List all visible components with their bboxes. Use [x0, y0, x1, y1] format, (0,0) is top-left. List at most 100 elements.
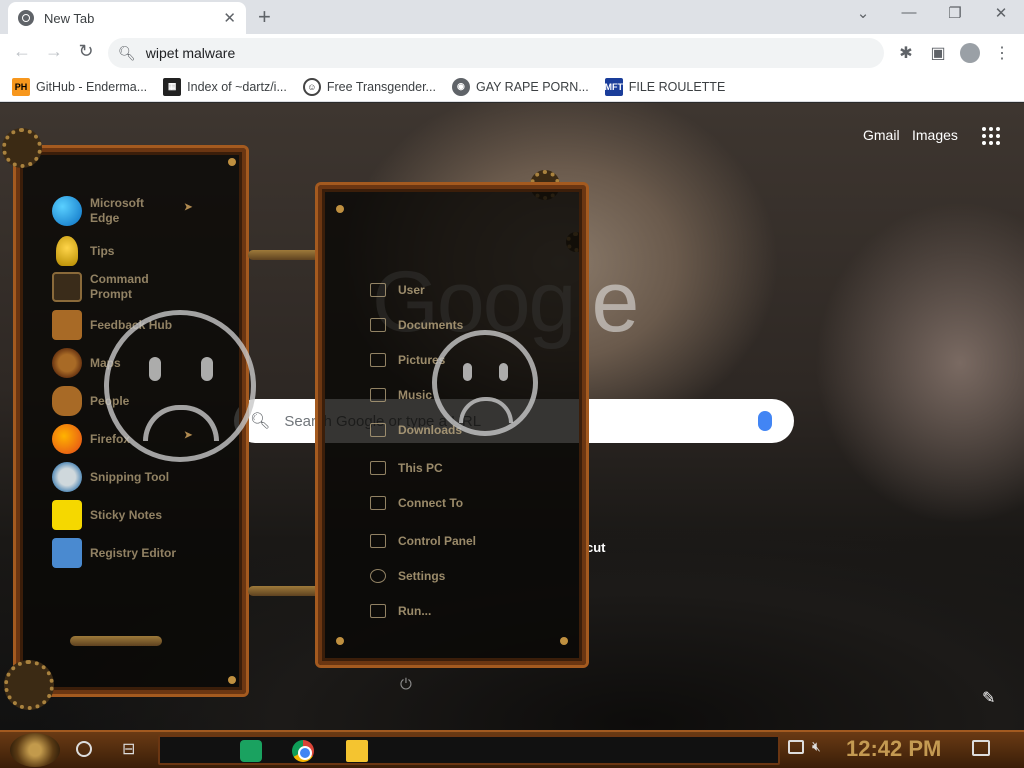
profile-avatar[interactable] [960, 43, 980, 63]
place-downloads[interactable]: Downloads [370, 423, 462, 437]
sheets-icon[interactable] [240, 740, 262, 762]
place-label: User [398, 283, 425, 297]
place-settings[interactable]: Settings [370, 569, 445, 583]
user-icon [370, 283, 386, 297]
place-this-pc[interactable]: This PC [370, 461, 443, 475]
sad-face-icon [432, 330, 538, 436]
close-window-button[interactable]: ✕ [986, 4, 1016, 22]
downloads-icon [370, 423, 386, 437]
bookmark-index[interactable]: ▦ Index of ~dartz/i... [163, 77, 287, 96]
bookmark-label: Free Transgender... [326, 79, 436, 94]
menu-kebab-icon[interactable]: ⋮ [992, 43, 1012, 63]
jump-arrow-icon[interactable]: ➤ [184, 202, 192, 213]
rivet-decoration [336, 637, 344, 645]
address-bar[interactable]: 🔍︎ wipet malware [108, 38, 884, 68]
tab-search-icon[interactable]: ⌄ [848, 4, 878, 22]
side-panel-icon[interactable]: ▣ [928, 43, 948, 63]
tab-new-tab[interactable]: New Tab ✕ [8, 2, 246, 34]
globe-icon: ◉ [451, 77, 470, 96]
documents-icon [370, 318, 386, 332]
music-icon [370, 388, 386, 402]
app-sticky-notes[interactable]: Sticky Notes [52, 500, 162, 530]
microphone-icon[interactable] [758, 411, 772, 431]
reload-icon[interactable]: ↻ [74, 41, 98, 62]
app-snipping-tool[interactable]: Snipping Tool [52, 462, 169, 492]
pipe-decoration [248, 586, 320, 596]
gmail-link[interactable]: Gmail [863, 127, 900, 143]
people-icon [52, 386, 82, 416]
minimize-button[interactable]: — [894, 4, 924, 21]
images-link[interactable]: Images [912, 127, 958, 143]
address-text[interactable]: wipet malware [146, 45, 235, 61]
tips-icon [56, 236, 78, 266]
forward-icon[interactable]: → [42, 41, 66, 62]
apps-grid-icon[interactable] [982, 127, 1000, 145]
sticky-notes-icon [52, 500, 82, 530]
place-music[interactable]: Music [370, 388, 432, 402]
app-registry-editor[interactable]: Registry Editor [52, 538, 176, 568]
start-button[interactable] [10, 733, 60, 767]
place-connect-to[interactable]: Connect To [370, 496, 463, 510]
taskbar-clock[interactable]: 12:42 PM [846, 736, 941, 762]
bookmark-favicon: ☺ [302, 77, 321, 96]
tab-strip: New Tab ✕ + ⌄ — ❐ ✕ [0, 0, 1024, 34]
file-explorer-icon[interactable] [346, 740, 368, 762]
control-panel-icon [370, 534, 386, 548]
rivet-decoration [560, 637, 568, 645]
new-tab-button[interactable]: + [258, 4, 271, 30]
command-prompt-icon [52, 272, 82, 302]
cortana-search-icon[interactable] [76, 741, 92, 757]
connect-to-icon [370, 496, 386, 510]
this-pc-icon [370, 461, 386, 475]
customize-pencil-icon[interactable]: ✎ [982, 688, 995, 708]
app-tips[interactable]: Tips [52, 236, 114, 266]
app-label: Sticky Notes [90, 507, 163, 522]
chrome-icon [18, 10, 34, 26]
bookmark-free[interactable]: ☺ Free Transgender... [302, 77, 436, 96]
close-tab-icon[interactable]: ✕ [223, 9, 236, 27]
feedback-hub-icon [52, 310, 82, 340]
bookmark-globe[interactable]: ◉ GAY RAPE PORN... [451, 77, 589, 96]
taskbar: ⊟ 🔇︎ 12:42 PM [0, 730, 1024, 768]
bookmark-favicon: PH [12, 77, 30, 96]
place-run[interactable]: Run... [370, 604, 431, 618]
bookmark-file-roulette[interactable]: MFT FILE ROULETTE [604, 77, 725, 96]
power-icon[interactable]: ⏻ [400, 676, 412, 693]
restore-button[interactable]: ❐ [940, 4, 970, 22]
bookmark-favicon: MFT [604, 77, 623, 96]
extensions-icon[interactable]: ✱ [896, 43, 916, 63]
pipe-decoration [248, 250, 320, 260]
app-label: Command Prompt [90, 272, 149, 301]
registry-editor-icon [52, 538, 82, 568]
browser-toolbar: ← → ↻ 🔍︎ wipet malware ✱ ▣ ⋮ [0, 34, 1024, 72]
place-documents[interactable]: Documents [370, 318, 463, 332]
bookmark-github[interactable]: PH GitHub - Enderma... [12, 77, 148, 96]
place-label: Documents [398, 318, 464, 332]
rivet-decoration [336, 205, 344, 213]
back-icon[interactable]: ← [10, 41, 34, 62]
app-label: Microsoft Edge [90, 196, 144, 225]
app-label: Tips [90, 243, 115, 258]
place-control-panel[interactable]: Control Panel [370, 534, 476, 548]
gear-decoration-icon [2, 128, 42, 168]
gear-decoration-icon [4, 660, 54, 710]
tab-title: New Tab [44, 10, 95, 26]
search-icon: 🔍︎ [118, 44, 136, 61]
app-label: Registry Editor [90, 545, 177, 560]
chrome-icon[interactable] [292, 740, 314, 762]
pictures-icon [370, 353, 386, 367]
bookmark-label: GitHub - Enderma... [36, 79, 148, 94]
place-label: This PC [398, 461, 443, 475]
place-user[interactable]: User [370, 283, 425, 297]
app-command-prompt[interactable]: Command Prompt [52, 272, 160, 302]
app-label: Snipping Tool [90, 469, 170, 484]
network-icon[interactable] [788, 740, 804, 754]
pipe-decoration [70, 636, 162, 646]
bookmarks-bar: PH GitHub - Enderma... ▦ Index of ~dartz… [0, 72, 1024, 102]
rivet-decoration [228, 676, 236, 684]
task-view-icon[interactable]: ⊟ [122, 739, 135, 759]
app-microsoft-edge[interactable]: Microsoft Edge ➤ [52, 196, 192, 226]
volume-muted-icon[interactable]: 🔇︎ [812, 738, 821, 755]
action-center-icon[interactable] [972, 740, 990, 756]
shortcut-label[interactable]: cut [586, 540, 606, 555]
